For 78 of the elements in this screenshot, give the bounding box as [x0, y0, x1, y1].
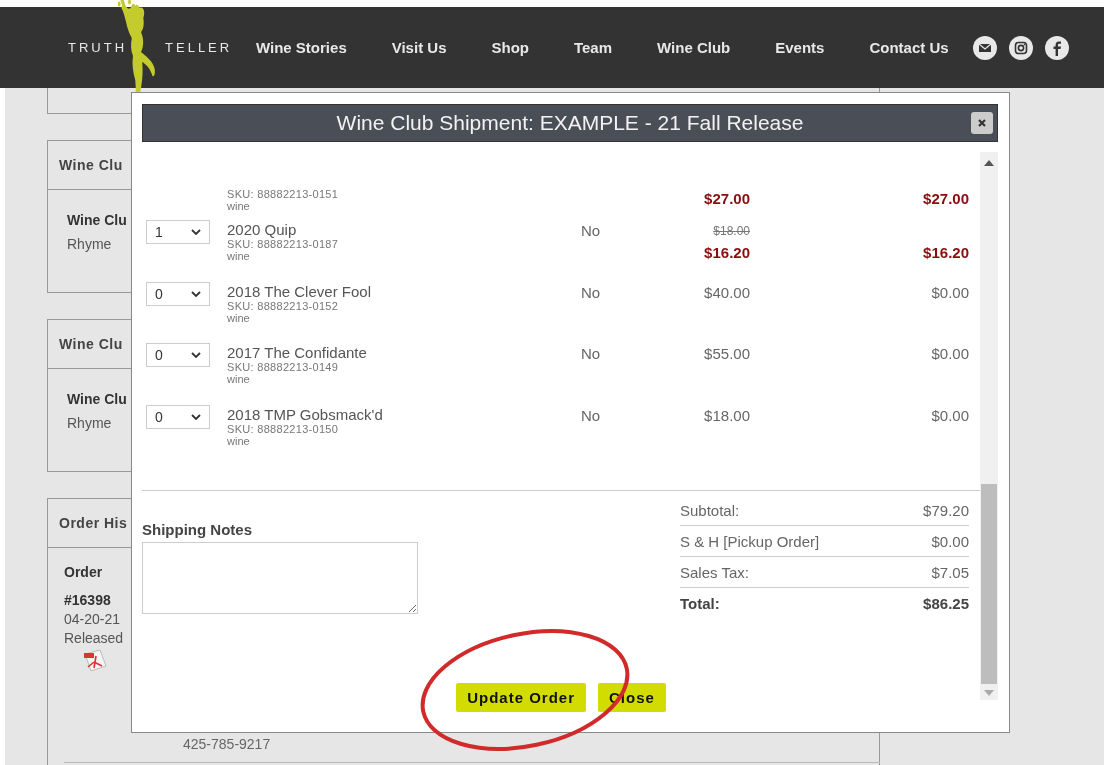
- shipping-notes-field[interactable]: [142, 542, 418, 614]
- logo-text[interactable]: TELLER: [165, 40, 233, 55]
- instagram-icon[interactable]: [1008, 35, 1033, 60]
- nav-link[interactable]: Team: [573, 39, 613, 56]
- product-type: wine: [227, 434, 250, 447]
- line-total: $0.00: [931, 282, 969, 301]
- card-heading: Order His: [59, 515, 128, 531]
- scroll-up-icon[interactable]: [984, 160, 994, 166]
- product-type: wine: [227, 200, 250, 212]
- quantity-select[interactable]: 0: [146, 404, 210, 429]
- product-sku: SKU: 88882213-0151: [227, 188, 339, 200]
- table-cell: No: [581, 222, 601, 239]
- unit-price: $40.00: [704, 282, 750, 301]
- total-value: $7.05: [931, 563, 969, 581]
- total-label: Subtotal:: [680, 501, 740, 519]
- product-sku: SKU: 88882213-0187: [227, 238, 339, 250]
- card-value: Rhyme: [67, 415, 112, 431]
- product-name: 2017 The Confidante: [227, 344, 367, 361]
- order-date: 04-20-21: [64, 611, 121, 627]
- nav-link[interactable]: Events: [775, 39, 825, 56]
- product-sku: SKU: 88882213-0152: [227, 299, 339, 312]
- unit-price: $16.20: [704, 244, 750, 261]
- chevron-down-icon[interactable]: [191, 413, 201, 420]
- total-label: Total:: [680, 594, 720, 612]
- table-cell: No: [581, 406, 601, 424]
- phone-number: 425-785-9217: [183, 736, 272, 752]
- product-name: 2018 The Clever Fool: [227, 282, 371, 300]
- close-icon[interactable]: [977, 118, 987, 128]
- nav-link[interactable]: Shop: [491, 39, 529, 56]
- total-value: $79.20: [923, 501, 969, 519]
- chevron-down-icon[interactable]: [191, 290, 201, 297]
- chevron-down-icon[interactable]: [191, 352, 201, 358]
- product-type: wine: [227, 311, 250, 324]
- chevron-down-icon[interactable]: [191, 229, 201, 235]
- total-label: S & H [Pickup Order]: [680, 532, 820, 550]
- unit-price: $55.00: [704, 344, 750, 362]
- product-type: wine: [227, 250, 250, 262]
- unit-price: $18.00: [704, 405, 750, 424]
- mail-icon[interactable]: [972, 35, 997, 60]
- total-value: $86.25: [923, 594, 969, 612]
- nav-link[interactable]: Wine Stories: [256, 39, 347, 56]
- total-value: $0.00: [931, 532, 969, 550]
- product-type: wine: [227, 373, 250, 385]
- table-cell: No: [581, 283, 601, 301]
- scrollbar[interactable]: [980, 152, 998, 700]
- total-label: Sales Tax:: [680, 563, 749, 581]
- product-name: 2018 TMP Gobsmack'd: [227, 405, 383, 423]
- product-name: 2020 Quip: [227, 221, 297, 238]
- product-sku: SKU: 88882213-0149: [227, 361, 339, 373]
- line-total: $27.00: [923, 190, 969, 207]
- original-price: $18.00: [713, 224, 750, 238]
- order-number[interactable]: #16398: [64, 592, 111, 608]
- pdf-icon[interactable]: [82, 648, 108, 674]
- card-value: Rhyme: [67, 236, 112, 252]
- unit-price: $27.00: [704, 190, 750, 207]
- card-label: Wine Clu: [67, 212, 127, 228]
- line-total: $0.00: [931, 405, 969, 424]
- close-button[interactable]: [971, 112, 993, 134]
- action-button[interactable]: Update Order: [456, 683, 586, 712]
- quantity-select[interactable]: 1: [146, 220, 210, 244]
- logo-text[interactable]: TRUTH: [68, 40, 128, 55]
- card-heading: Wine Clu: [59, 157, 123, 173]
- order-status: Released: [64, 630, 124, 646]
- card-label: Wine Clu: [67, 391, 127, 407]
- quantity-select[interactable]: 0: [146, 343, 210, 367]
- nav-link[interactable]: Wine Club: [657, 39, 731, 56]
- shipping-notes-label: Shipping Notes: [142, 521, 253, 538]
- column-heading: Order: [64, 564, 103, 580]
- quantity-select[interactable]: 0: [146, 281, 210, 306]
- facebook-icon[interactable]: [1044, 35, 1069, 60]
- nav-link[interactable]: Visit Us: [391, 39, 447, 56]
- dialog-title: Wine Club Shipment: EXAMPLE - 21 Fall Release: [336, 111, 804, 135]
- line-total: $16.20: [923, 244, 969, 261]
- product-sku: SKU: 88882213-0150: [227, 422, 339, 435]
- nav-link[interactable]: Contact Us: [869, 39, 949, 56]
- table-cell: No: [581, 345, 601, 362]
- card-heading: Wine Clu: [59, 336, 123, 352]
- line-total: $0.00: [931, 344, 969, 362]
